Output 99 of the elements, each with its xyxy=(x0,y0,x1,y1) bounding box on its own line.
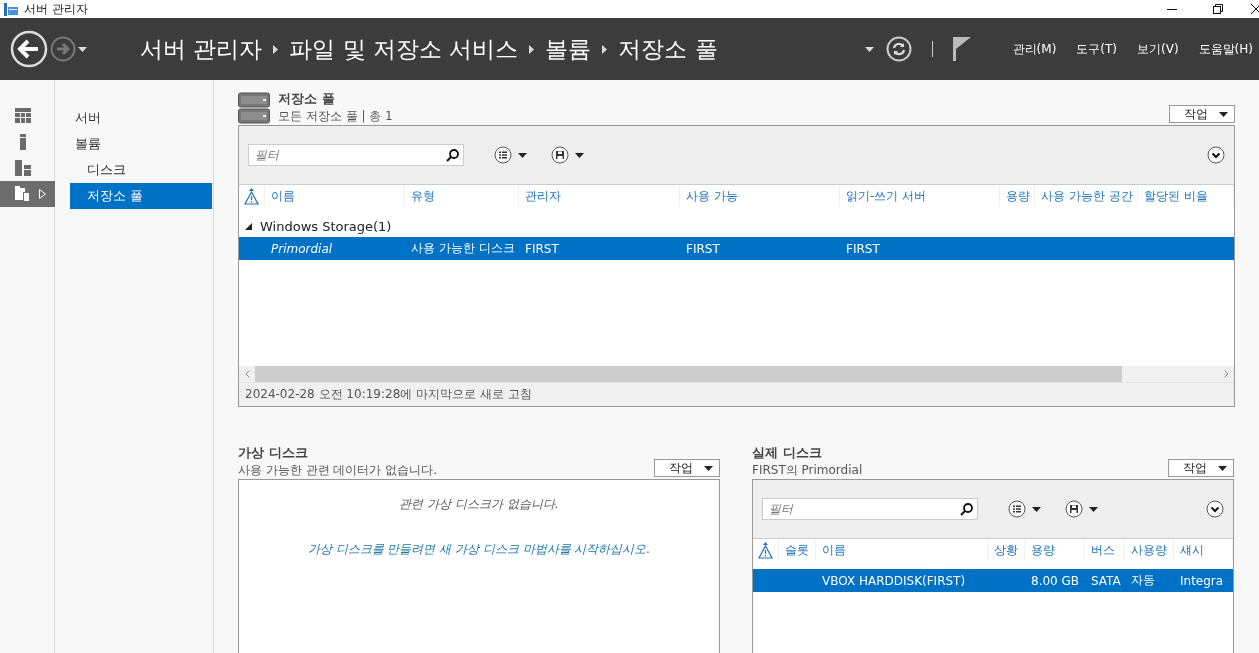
column-header[interactable]: 이름 xyxy=(816,539,988,561)
column-header[interactable]: 이름 xyxy=(265,185,405,207)
close-icon xyxy=(1251,4,1259,14)
column-header[interactable]: 상황 xyxy=(988,539,1025,561)
task-button[interactable]: 작업 xyxy=(654,459,720,477)
dropdown-button[interactable] xyxy=(864,46,874,52)
menu-item[interactable]: 도움말(H) xyxy=(1194,40,1257,58)
expand-button[interactable] xyxy=(1206,500,1224,518)
caret-icon xyxy=(1089,506,1098,512)
column-header[interactable]: 사용 가능 xyxy=(680,185,840,207)
caret-icon xyxy=(1218,465,1227,471)
breadcrumb-item[interactable]: 볼륨 xyxy=(545,33,592,65)
column-header[interactable]: 관리자 xyxy=(519,185,680,207)
servers-icon[interactable] xyxy=(15,160,31,176)
caret-icon xyxy=(1032,506,1041,512)
table-cell-text: FIRST xyxy=(845,240,881,258)
view-options-button[interactable] xyxy=(494,146,527,164)
table-cell-text: 자동 xyxy=(1130,572,1156,589)
view-options-button[interactable] xyxy=(1008,500,1041,518)
warning-sort-icon xyxy=(244,187,259,205)
minimize-icon xyxy=(1167,8,1177,10)
breadcrumb-item[interactable]: 저장소 풀 xyxy=(618,33,718,65)
caret-icon xyxy=(1219,111,1228,117)
nav-item[interactable]: 볼륨 xyxy=(70,131,212,157)
status-text: 2024-02-28 오전 10:19:28에 마지막으로 새로 고침 xyxy=(239,382,1234,406)
column-header[interactable]: 사용량 xyxy=(1125,539,1174,561)
caret-icon xyxy=(704,465,713,471)
table-cell-text: SATA xyxy=(1090,572,1122,590)
table-cell-text: FIRST xyxy=(685,240,721,258)
breadcrumb-separator-icon xyxy=(602,44,608,54)
rail-item[interactable] xyxy=(0,181,55,207)
dashboard-icon[interactable] xyxy=(15,108,31,123)
search-icon xyxy=(960,503,973,516)
column-header[interactable]: 용량 xyxy=(1025,539,1085,561)
breadcrumb-item[interactable]: 파일 및 저장소 서비스 xyxy=(289,33,519,65)
column-header[interactable]: 버스 xyxy=(1085,539,1125,561)
menu-item[interactable]: 관리(M) xyxy=(1008,40,1061,58)
save-query-button[interactable] xyxy=(551,146,584,164)
chevron-down-icon xyxy=(1207,146,1225,164)
scrollbar-thumb[interactable] xyxy=(255,366,1122,382)
save-query-button[interactable] xyxy=(1065,500,1098,518)
wizard-hint: 가상 디스크를 만들려면 새 가상 디스크 마법사를 시작하십시오. xyxy=(307,541,651,558)
warning-sort-icon xyxy=(758,541,773,559)
section-title: 실제 디스크 xyxy=(752,444,823,462)
column-header[interactable]: 슬롯 xyxy=(779,539,816,561)
column-header[interactable]: 유형 xyxy=(405,185,519,207)
back-button[interactable] xyxy=(10,30,48,68)
section-subtitle: 모든 저장소 풀 | 총 1 xyxy=(278,108,393,125)
menu-item[interactable]: 도구(T) xyxy=(1072,40,1122,58)
floppy-disk-icon xyxy=(551,146,569,164)
list-icon xyxy=(494,146,512,164)
breadcrumb-separator-icon xyxy=(273,44,279,54)
column-header[interactable]: 섀시 xyxy=(1174,539,1233,561)
notifications-flag-button[interactable] xyxy=(952,37,971,61)
floppy-disk-icon xyxy=(1065,500,1083,518)
table-cell-text: 8.00 GB xyxy=(1030,572,1081,590)
chevron-down-icon xyxy=(1206,500,1224,518)
section-subtitle: 사용 가능한 관련 데이터가 없습니다. xyxy=(238,462,438,479)
nav-item[interactable]: 디스크 xyxy=(70,157,212,183)
section-subtitle: FIRST의 Primordial xyxy=(752,462,863,479)
table-cell-text: VBOX HARDDISK(FIRST) xyxy=(821,572,967,590)
nav-item[interactable]: 저장소 풀 xyxy=(70,183,212,209)
column-header[interactable]: 사용 가능한 공간 xyxy=(1035,185,1138,207)
caret-icon xyxy=(518,152,527,158)
history-dropdown-button[interactable] xyxy=(78,46,87,52)
list-icon xyxy=(1008,500,1026,518)
empty-message: 관련 가상 디스크가 없습니다. xyxy=(399,496,559,513)
section-title: 저장소 풀 xyxy=(278,90,336,108)
window-title: 서버 관리자 xyxy=(24,0,88,18)
table-cell-text: Integra xyxy=(1179,572,1225,590)
section-title: 가상 디스크 xyxy=(238,444,309,462)
column-header[interactable]: 읽기-쓰기 서버 xyxy=(840,185,1000,207)
table-row[interactable]: VBOX HARDDISK(FIRST) 8.00 GB SATA 자동 Integra xyxy=(753,569,1233,592)
restore-icon xyxy=(1213,4,1223,14)
refresh-button[interactable] xyxy=(885,36,912,62)
table-cell-text: FIRST xyxy=(524,240,560,258)
filter-field[interactable]: 필터 xyxy=(762,498,978,520)
group-label: Windows Storage(1) xyxy=(260,218,392,234)
column-header[interactable]: 용량 xyxy=(1000,185,1035,207)
breadcrumb-item[interactable]: 서버 관리자 xyxy=(140,33,263,65)
menu-item[interactable]: 보기(V) xyxy=(1133,40,1183,58)
breadcrumb-separator-icon xyxy=(529,44,535,54)
column-header[interactable]: 할당된 비율 xyxy=(1138,185,1234,207)
file-storage-icon[interactable] xyxy=(15,186,30,202)
table-row[interactable]: Primordial 사용 가능한 디스크 FIRST FIRST FIRST xyxy=(239,237,1234,260)
caret-icon xyxy=(575,152,584,158)
expand-button[interactable] xyxy=(1207,146,1225,164)
expand-arrow-icon xyxy=(39,189,46,199)
task-button[interactable]: 작업 xyxy=(1169,105,1235,123)
caret-icon xyxy=(864,46,874,52)
table-cell-text: Primordial xyxy=(270,240,334,258)
task-button[interactable]: 작업 xyxy=(1168,459,1234,477)
server-icon[interactable] xyxy=(20,134,26,150)
filter-field[interactable]: 필터 xyxy=(248,144,464,166)
table-cell-text: 사용 가능한 디스크 xyxy=(410,240,516,257)
nav-item[interactable]: 서버 xyxy=(70,105,212,131)
caret-icon xyxy=(78,46,87,52)
search-icon xyxy=(446,149,459,162)
expander-icon[interactable] xyxy=(245,222,252,230)
